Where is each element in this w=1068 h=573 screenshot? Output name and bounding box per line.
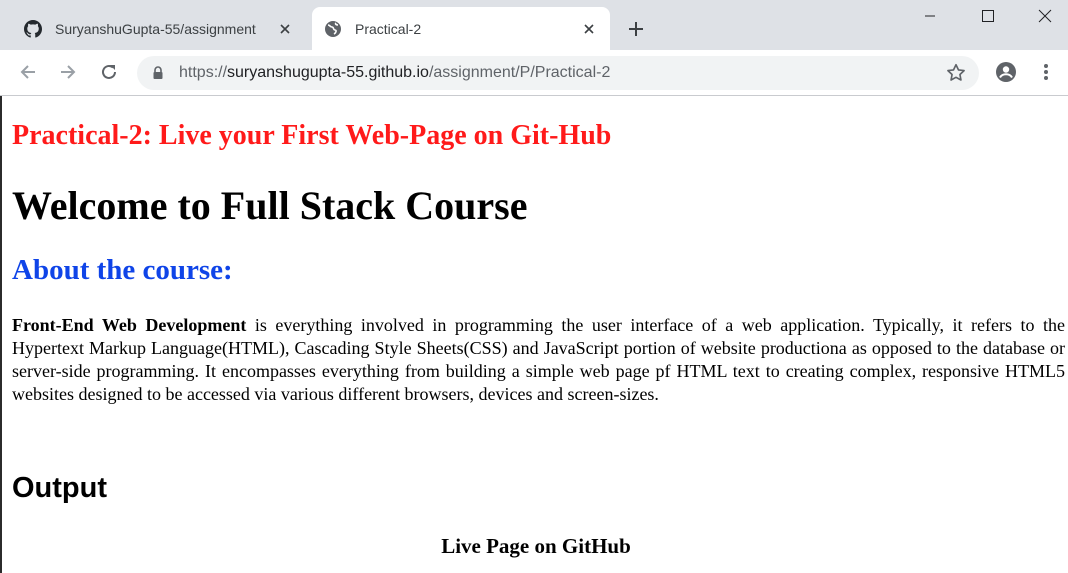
live-page-caption: Live Page on GitHub [441,534,631,558]
minimize-icon [925,15,935,17]
more-vertical-icon [1044,64,1048,80]
menu-button[interactable] [1034,60,1058,84]
account-icon [996,62,1016,82]
output-heading: Output [12,472,108,504]
reload-icon [102,64,116,79]
lock-icon [151,66,165,80]
url-path: /assignment/P/Practical-2 [428,64,611,81]
close-icon[interactable] [276,20,294,38]
course-description: Front-End Web Development is everything … [12,314,1065,406]
reload-button[interactable] [97,60,121,84]
back-button[interactable] [16,60,40,84]
url-host: suryanshugupta-55.github.io [227,64,429,81]
about-heading: About the course: [12,254,233,286]
profile-button[interactable] [994,60,1018,84]
address-bar[interactable]: https://suryanshugupta-55.github.io/assi… [137,56,979,90]
github-icon [24,19,42,38]
tab-title: SuryanshuGupta-55/assignment [55,20,256,37]
plus-icon [629,22,643,36]
forward-button[interactable] [56,60,80,84]
globe-icon [324,20,342,38]
web-page-content: Practical-2: Live your First Web-Page on… [0,96,1068,573]
tab-title: Practical-2 [355,20,422,37]
url-text[interactable]: https://suryanshugupta-55.github.io/assi… [179,64,610,82]
tab-practical-2[interactable]: Practical-2 [312,7,610,50]
paragraph-bold-lead: Front-End Web Development [12,315,247,335]
minimize-button[interactable] [907,0,953,32]
close-icon [1038,9,1052,23]
welcome-heading: Welcome to Full Stack Course [12,183,528,228]
maximize-button[interactable] [965,0,1011,32]
back-arrow-icon [20,65,35,79]
practical-title: Practical-2: Live your First Web-Page on… [12,120,612,151]
close-icon[interactable] [580,20,598,38]
close-window-button[interactable] [1022,0,1068,32]
bookmark-star-icon[interactable] [945,62,967,84]
url-scheme: https:// [179,64,228,81]
tab-github-repo[interactable]: SuryanshuGupta-55/assignment [12,7,306,50]
browser-toolbar: https://suryanshugupta-55.github.io/assi… [0,50,1068,96]
maximize-icon [982,10,994,22]
forward-arrow-icon [61,65,76,79]
tab-strip: SuryanshuGupta-55/assignment Practical-2 [0,0,1068,50]
new-tab-button[interactable] [624,17,648,41]
